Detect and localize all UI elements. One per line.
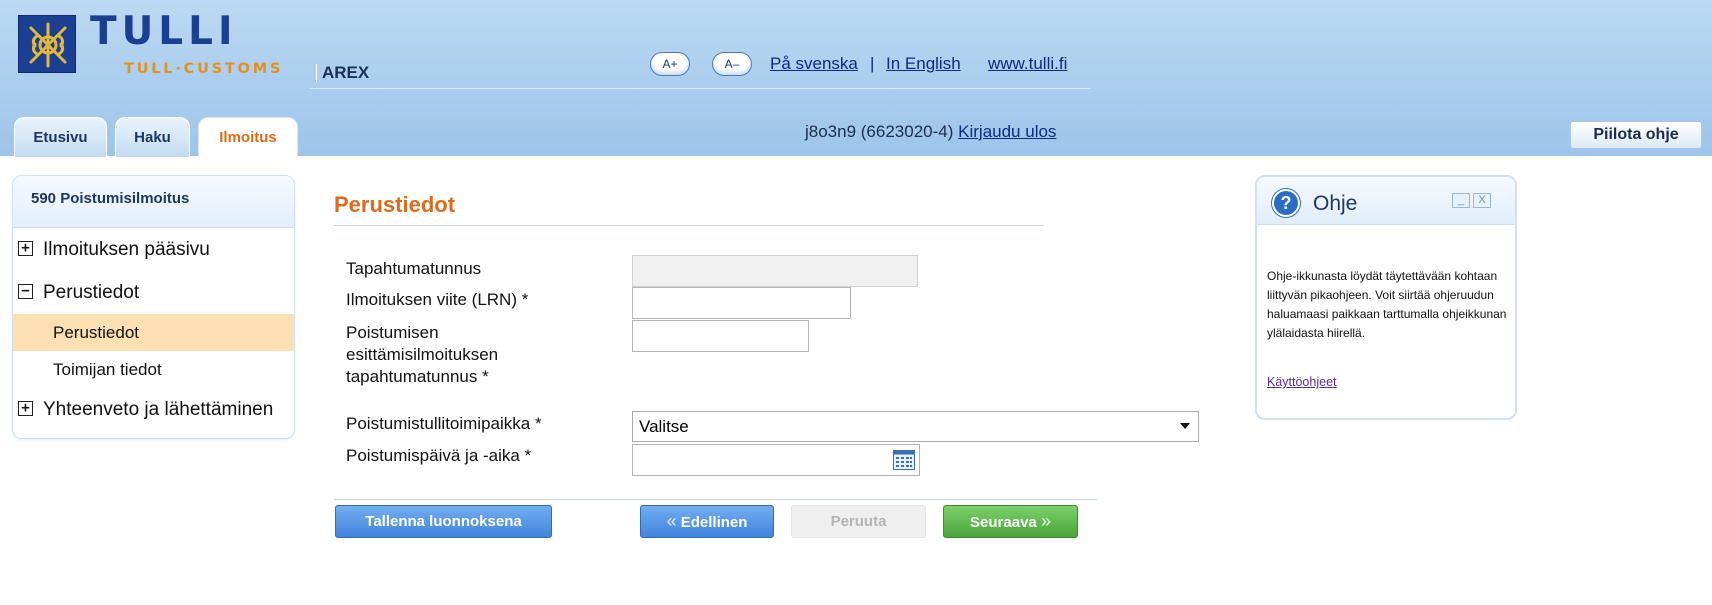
chevron-right-icon: » — [1040, 511, 1051, 531]
expand-icon[interactable]: + — [18, 241, 33, 256]
logo-title: TULLI — [90, 9, 238, 54]
sidebar-item-basic-info-group[interactable]: − Perustiedot — [13, 271, 294, 314]
english-language-link[interactable]: In English — [886, 54, 961, 74]
exit-office-label: Poistumistullitoimipaikka * — [346, 414, 542, 433]
help-panel[interactable]: ? Ohje _ X Ohje-ikkunasta löydät täytett… — [1255, 175, 1517, 420]
logout-link[interactable]: Kirjaudu ulos — [958, 122, 1056, 141]
lrn-label: Ilmoituksen viite (LRN) * — [346, 290, 529, 309]
sidebar-title: 590 Poistumisilmoitus — [13, 176, 294, 228]
event-id-label: Tapahtumatunnus — [346, 259, 482, 278]
tab-etusivu[interactable]: Etusivu — [14, 117, 107, 157]
next-button[interactable]: Seuraava » — [943, 505, 1078, 538]
presentation-id-field[interactable] — [632, 320, 809, 352]
font-decrease-button[interactable]: A– — [712, 52, 752, 76]
user-guide-link[interactable]: Käyttöohjeet — [1267, 375, 1337, 389]
buttons-divider — [334, 499, 1097, 500]
header-divider — [310, 88, 1090, 89]
collapse-icon[interactable]: − — [18, 284, 33, 299]
next-button-label: Seuraava — [970, 514, 1037, 531]
presentation-id-label-line: esittämisilmoituksen — [346, 345, 499, 364]
help-title: Ohje — [1313, 192, 1358, 215]
app-name: AREX — [316, 64, 369, 82]
exit-datetime-field[interactable] — [632, 444, 920, 476]
sidebar-item-main-page[interactable]: + Ilmoituksen pääsivu — [13, 228, 294, 271]
user-info: j8o3n9 (6623020-4) Kirjaudu ulos — [805, 122, 1056, 142]
cancel-button[interactable]: Peruuta — [791, 505, 926, 538]
previous-button[interactable]: « Edellinen — [640, 505, 774, 538]
previous-button-label: Edellinen — [680, 514, 748, 531]
chevron-left-icon: « — [666, 511, 677, 531]
sidebar-item-operator-info[interactable]: Toimijan tiedot — [13, 351, 294, 388]
sidebar-item-basic-info[interactable]: Perustiedot — [13, 314, 294, 351]
tab-ilmoitus[interactable]: Ilmoitus — [198, 117, 298, 158]
help-text: Ohje-ikkunasta löydät täytettävään kohta… — [1267, 269, 1507, 340]
section-title: Perustiedot — [334, 192, 456, 217]
swedish-language-link[interactable]: På svenska — [770, 54, 858, 74]
exit-office-selected: Valitse — [639, 417, 689, 436]
calendar-icon[interactable] — [893, 450, 915, 470]
presentation-id-label-line: Poistumisen — [346, 323, 439, 342]
sidebar-item-label: Perustiedot — [43, 282, 140, 303]
close-button[interactable]: X — [1473, 193, 1491, 208]
presentation-id-label: Poistumisen esittämisilmoituksen tapahtu… — [346, 322, 498, 388]
font-increase-button[interactable]: A+ — [650, 52, 690, 76]
user-id: j8o3n9 (6623020-4) — [805, 122, 954, 141]
sidebar-item-label: Ilmoituksen pääsivu — [43, 239, 210, 260]
lrn-field[interactable] — [632, 287, 851, 319]
question-circle-icon: ? — [1272, 189, 1300, 217]
link-separator: | — [870, 54, 875, 73]
sidebar-item-label: Yhteenveto ja lähettäminen — [43, 399, 274, 420]
event-id-field — [632, 255, 918, 287]
tab-haku[interactable]: Haku — [115, 117, 190, 157]
tulli-emblem-icon — [18, 15, 76, 73]
exit-office-select[interactable]: Valitse — [632, 411, 1199, 442]
hide-help-button[interactable]: Piilota ohje — [1570, 121, 1702, 149]
exit-datetime-label: Poistumispäivä ja -aika * — [346, 446, 532, 465]
logo-subtitle: TULL·CUSTOMS — [124, 61, 284, 77]
chevron-down-icon — [1180, 423, 1190, 429]
help-panel-header[interactable]: ? Ohje _ X — [1257, 177, 1515, 225]
save-draft-button[interactable]: Tallenna luonnoksena — [335, 505, 552, 538]
expand-icon[interactable]: + — [18, 401, 33, 416]
header: TULLI TULL·CUSTOMS AREX A+ A– På svenska… — [0, 0, 1712, 158]
presentation-id-label-line: tapahtumatunnus * — [346, 367, 489, 386]
sidebar-item-summary[interactable]: + Yhteenveto ja lähettäminen — [13, 388, 294, 431]
title-divider — [334, 225, 1044, 226]
tulli-website-link[interactable]: www.tulli.fi — [988, 54, 1067, 74]
sidebar: 590 Poistumisilmoitus + Ilmoituksen pääs… — [12, 175, 295, 439]
minimize-button[interactable]: _ — [1452, 193, 1470, 208]
